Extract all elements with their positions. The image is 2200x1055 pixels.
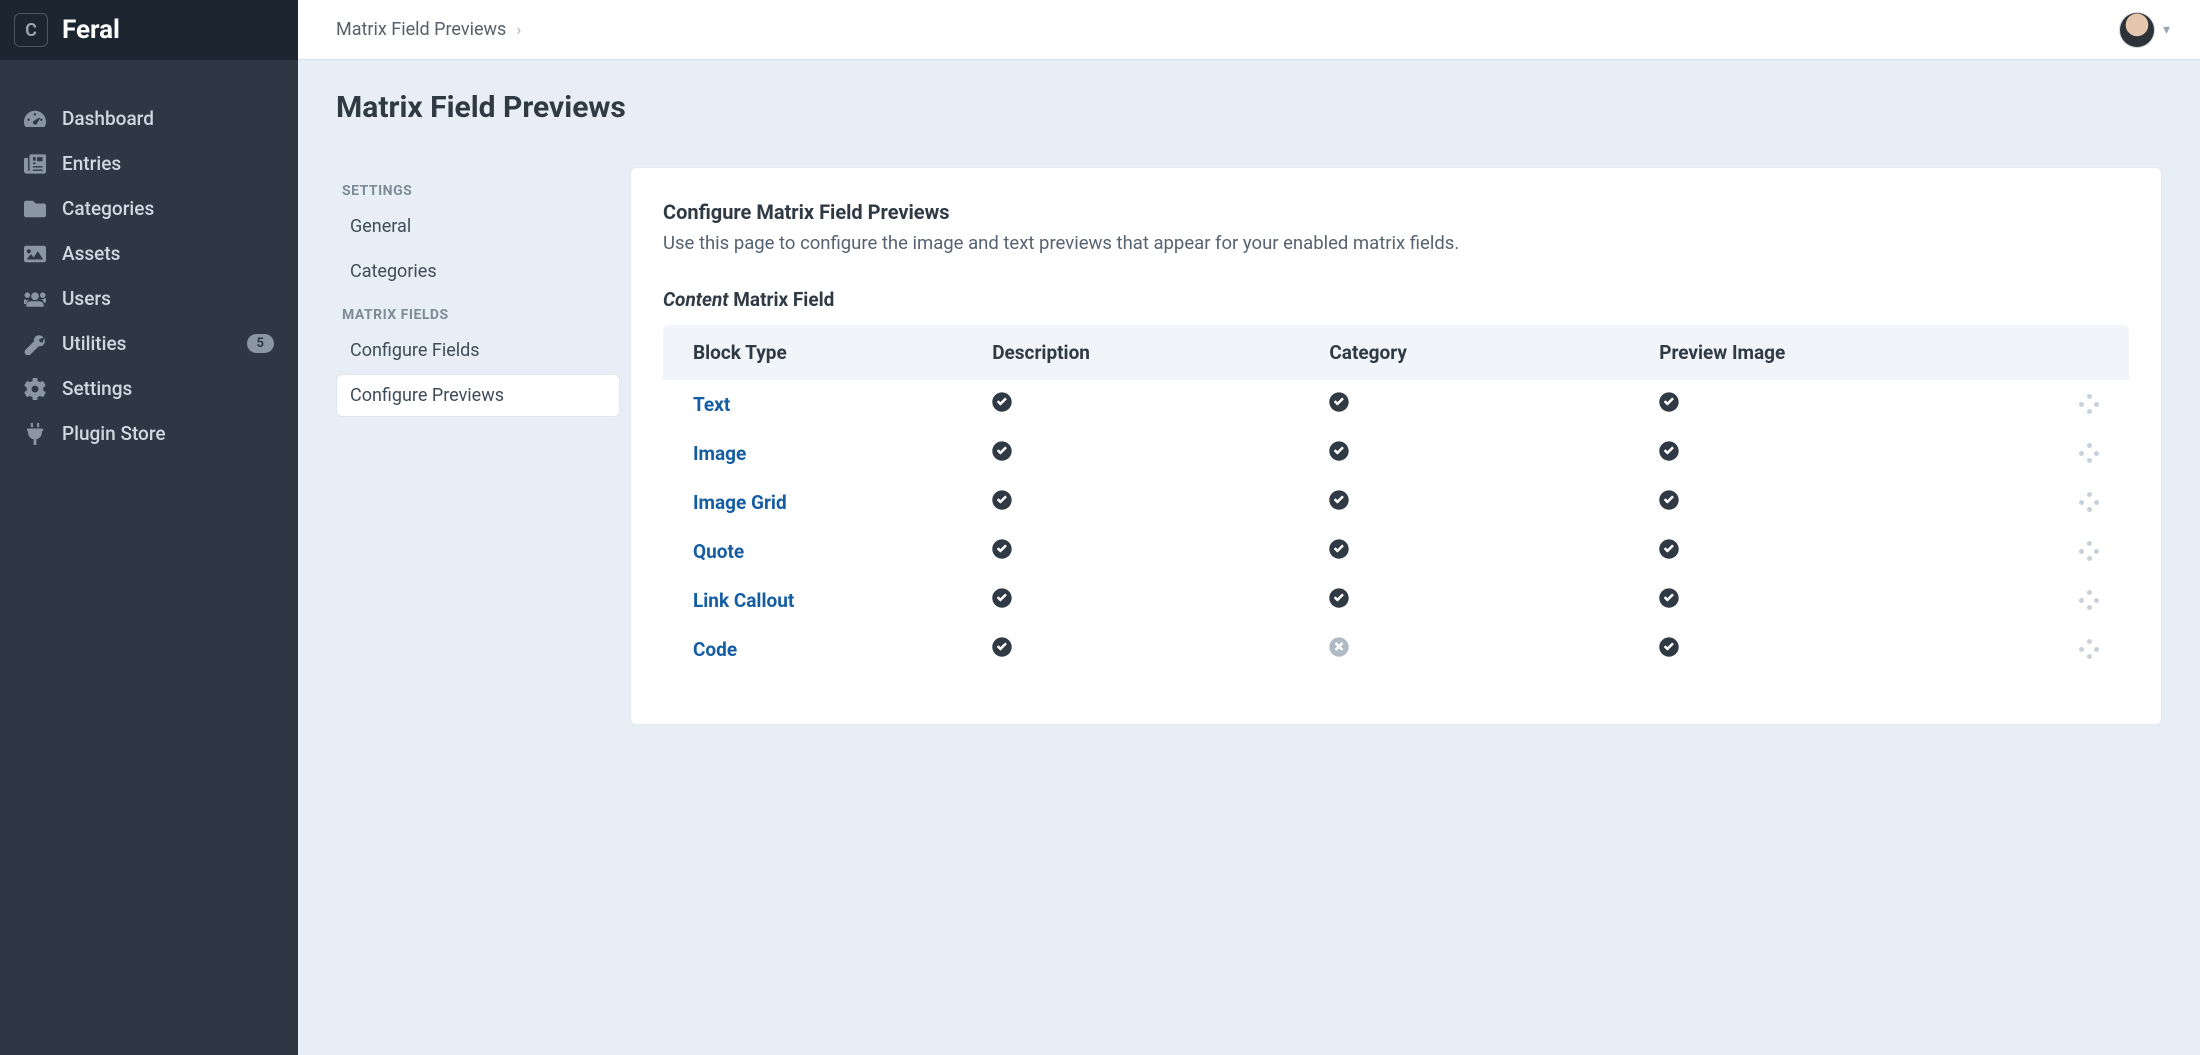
block-type-link[interactable]: Image (693, 442, 746, 465)
drag-handle[interactable] (2011, 590, 2115, 610)
section-heading: Content Matrix Field (663, 288, 2129, 311)
check-circle-icon (992, 539, 1012, 559)
brand-name[interactable]: Feral (62, 15, 120, 45)
nav-item-label: Entries (62, 152, 121, 175)
table-header: Block Type (663, 325, 978, 380)
block-type-link[interactable]: Image Grid (693, 491, 787, 514)
nav-item-entries[interactable]: Entries (0, 141, 298, 186)
breadcrumb-item[interactable]: Matrix Field Previews (336, 19, 506, 40)
chevron-down-icon: ▾ (2163, 22, 2170, 38)
newspaper-icon (24, 153, 46, 175)
check-circle-icon (992, 588, 1012, 608)
check-circle-icon (1659, 490, 1679, 510)
main-panel: Configure Matrix Field Previews Use this… (630, 167, 2162, 725)
panel-subtitle: Use this page to configure the image and… (663, 230, 2129, 258)
check-circle-icon (1329, 392, 1349, 412)
table-row: Image (663, 429, 2129, 478)
breadcrumb: Matrix Field Previews › (336, 19, 521, 40)
page-title: Matrix Field Previews (336, 90, 2162, 125)
sidenav-item-configure-fields[interactable]: Configure Fields (336, 329, 620, 372)
user-menu[interactable]: ▾ (2119, 12, 2170, 48)
check-circle-icon (992, 490, 1012, 510)
sidenav-heading: SETTINGS (336, 171, 620, 205)
nav-item-label: Settings (62, 377, 132, 400)
block-type-link[interactable]: Quote (693, 540, 744, 563)
section-field-suffix: Matrix Field (733, 288, 834, 311)
nav-item-label: Users (62, 287, 111, 310)
section-field-name: Content (663, 288, 729, 311)
topbar: Matrix Field Previews › ▾ (298, 0, 2200, 60)
nav-item-categories[interactable]: Categories (0, 186, 298, 231)
sidenav-item-general[interactable]: General (336, 205, 620, 248)
nav-badge: 5 (247, 334, 274, 353)
check-circle-icon (1659, 637, 1679, 657)
table-row: Link Callout (663, 576, 2129, 625)
gear-icon (24, 378, 46, 400)
brand-initial[interactable]: C (14, 13, 48, 47)
plug-icon (24, 423, 46, 445)
folder-icon (24, 198, 46, 220)
table-row: Quote (663, 527, 2129, 576)
check-circle-icon (1329, 490, 1349, 510)
sidebar-header: C Feral (0, 0, 298, 60)
sidenav-item-configure-previews[interactable]: Configure Previews (336, 374, 620, 417)
blocks-table: Block TypeDescriptionCategoryPreview Ima… (663, 325, 2129, 674)
drag-handle[interactable] (2011, 394, 2115, 414)
main-column: Matrix Field Previews › ▾ Matrix Field P… (298, 0, 2200, 1055)
check-circle-icon (1659, 588, 1679, 608)
check-circle-icon (1659, 441, 1679, 461)
users-icon (24, 288, 46, 310)
sidenav-heading: MATRIX FIELDS (336, 295, 620, 329)
avatar (2119, 12, 2155, 48)
nav-item-users[interactable]: Users (0, 276, 298, 321)
primary-sidebar: C Feral Dashboard Entries Categories Assets… (0, 0, 298, 1055)
check-circle-icon (992, 392, 1012, 412)
x-circle-icon (1329, 637, 1349, 657)
image-icon (24, 243, 46, 265)
primary-nav: Dashboard Entries Categories Assets Users Uti… (0, 60, 298, 456)
nav-item-label: Categories (62, 197, 154, 220)
nav-item-settings[interactable]: Settings (0, 366, 298, 411)
check-circle-icon (992, 637, 1012, 657)
table-row: Code (663, 625, 2129, 674)
page: Matrix Field Previews SETTINGSGeneralCat… (298, 60, 2200, 765)
nav-item-label: Plugin Store (62, 422, 166, 445)
block-type-link[interactable]: Text (693, 393, 730, 416)
nav-item-label: Utilities (62, 332, 126, 355)
check-circle-icon (1659, 539, 1679, 559)
block-type-link[interactable]: Link Callout (693, 589, 794, 612)
table-row: Image Grid (663, 478, 2129, 527)
nav-item-utilities[interactable]: Utilities 5 (0, 321, 298, 366)
nav-item-label: Dashboard (62, 107, 154, 130)
wrench-icon (24, 333, 46, 355)
nav-item-plugin-store[interactable]: Plugin Store (0, 411, 298, 456)
nav-item-label: Assets (62, 242, 120, 265)
sidenav-item-categories[interactable]: Categories (336, 250, 620, 293)
drag-handle[interactable] (2011, 443, 2115, 463)
table-header: Description (978, 325, 1315, 380)
panel-title: Configure Matrix Field Previews (663, 200, 2129, 224)
drag-handle[interactable] (2011, 639, 2115, 659)
gauge-icon (24, 108, 46, 130)
check-circle-icon (992, 441, 1012, 461)
table-header: Category (1315, 325, 1645, 380)
check-circle-icon (1659, 392, 1679, 412)
check-circle-icon (1329, 539, 1349, 559)
check-circle-icon (1329, 441, 1349, 461)
table-row: Text (663, 380, 2129, 429)
chevron-right-icon: › (516, 20, 521, 39)
drag-handle[interactable] (2011, 492, 2115, 512)
drag-handle[interactable] (2011, 541, 2115, 561)
block-type-link[interactable]: Code (693, 638, 737, 661)
settings-sidenav: SETTINGSGeneralCategoriesMATRIX FIELDSCo… (336, 167, 620, 725)
nav-item-dashboard[interactable]: Dashboard (0, 96, 298, 141)
nav-item-assets[interactable]: Assets (0, 231, 298, 276)
check-circle-icon (1329, 588, 1349, 608)
table-header: Preview Image (1645, 325, 1997, 380)
